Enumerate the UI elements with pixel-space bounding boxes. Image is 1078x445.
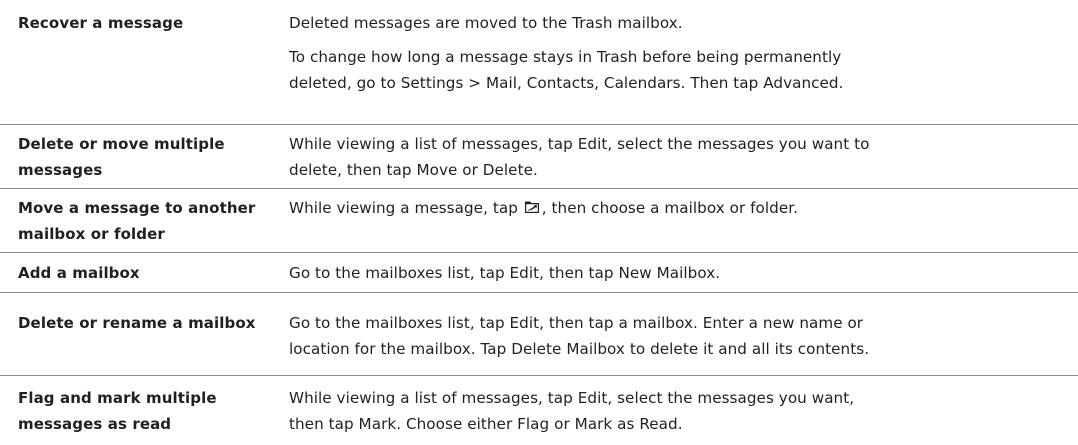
action-cell: Flag and mark multiple messages as read bbox=[18, 385, 288, 437]
description-line: Deleted messages are moved to the Trash … bbox=[289, 14, 683, 32]
table-row-flag-mark-read: Flag and mark multiple messages as read … bbox=[0, 375, 1078, 445]
description-cell: Deleted messages are moved to the Trash … bbox=[289, 10, 1074, 96]
description-line: then tap Mark. Choose either Flag or Mar… bbox=[289, 415, 683, 433]
description-line: , then choose a mailbox or folder. bbox=[541, 199, 798, 217]
action-text: Delete or move multiple bbox=[18, 135, 225, 153]
description-line: While viewing a message, tap bbox=[289, 199, 518, 217]
description-cell: While viewing a message, tap , then choo… bbox=[289, 195, 1074, 221]
action-text: mailbox or folder bbox=[18, 225, 165, 243]
description-text: Go to the mailboxes list, tap Edit, then… bbox=[289, 310, 1074, 362]
table-row-move-to-mailbox: Move a message to another mailbox or fol… bbox=[0, 188, 1078, 252]
description-line: While viewing a list of messages, tap Ed… bbox=[289, 389, 855, 407]
description-line: delete, then tap Move or Delete. bbox=[289, 161, 538, 179]
description-text: To change how long a message stays in Tr… bbox=[289, 44, 1074, 96]
move-to-folder-icon bbox=[524, 201, 539, 213]
description-cell: While viewing a list of messages, tap Ed… bbox=[289, 131, 1074, 183]
table-row-add-mailbox: Add a mailbox Go to the mailboxes list, … bbox=[0, 252, 1078, 292]
description-line: Go to the mailboxes list, tap Edit, then… bbox=[289, 314, 864, 332]
action-text: Recover a message bbox=[18, 14, 184, 32]
table-row-delete-rename-mailbox: Delete or rename a mailbox Go to the mai… bbox=[0, 292, 1078, 375]
description-line: deleted, go to Settings > Mail, Contacts… bbox=[289, 74, 844, 92]
description-text: While viewing a list of messages, tap Ed… bbox=[289, 385, 1074, 437]
description-line: Go to the mailboxes list, tap Edit, then… bbox=[289, 264, 721, 282]
description-text: While viewing a list of messages, tap Ed… bbox=[289, 131, 1074, 183]
description-text: Deleted messages are moved to the Trash … bbox=[289, 10, 1074, 36]
action-text: messages bbox=[18, 161, 103, 179]
action-text: Move a message to another bbox=[18, 199, 256, 217]
mail-actions-table: Recover a message Deleted messages are m… bbox=[0, 0, 1078, 445]
description-text: Go to the mailboxes list, tap Edit, then… bbox=[289, 260, 1074, 286]
action-text: Delete or rename a mailbox bbox=[18, 314, 256, 332]
description-text: While viewing a message, tap , then choo… bbox=[289, 195, 1074, 221]
action-cell: Move a message to another mailbox or fol… bbox=[18, 195, 288, 247]
table-row-delete-move-multiple: Delete or move multiple messages While v… bbox=[0, 124, 1078, 188]
description-cell: While viewing a list of messages, tap Ed… bbox=[289, 385, 1074, 437]
table-row-recover-message: Recover a message Deleted messages are m… bbox=[0, 0, 1078, 124]
description-line: location for the mailbox. Tap Delete Mai… bbox=[289, 340, 870, 358]
action-cell: Delete or rename a mailbox bbox=[18, 310, 288, 336]
action-cell: Add a mailbox bbox=[18, 260, 288, 286]
action-cell: Recover a message bbox=[18, 10, 288, 36]
action-text: Add a mailbox bbox=[18, 264, 140, 282]
description-cell: Go to the mailboxes list, tap Edit, then… bbox=[289, 310, 1074, 362]
description-line: While viewing a list of messages, tap Ed… bbox=[289, 135, 870, 153]
action-text: Flag and mark multiple bbox=[18, 389, 217, 407]
action-cell: Delete or move multiple messages bbox=[18, 131, 288, 183]
action-text: messages as read bbox=[18, 415, 172, 433]
description-line: To change how long a message stays in Tr… bbox=[289, 48, 842, 66]
description-cell: Go to the mailboxes list, tap Edit, then… bbox=[289, 260, 1074, 286]
